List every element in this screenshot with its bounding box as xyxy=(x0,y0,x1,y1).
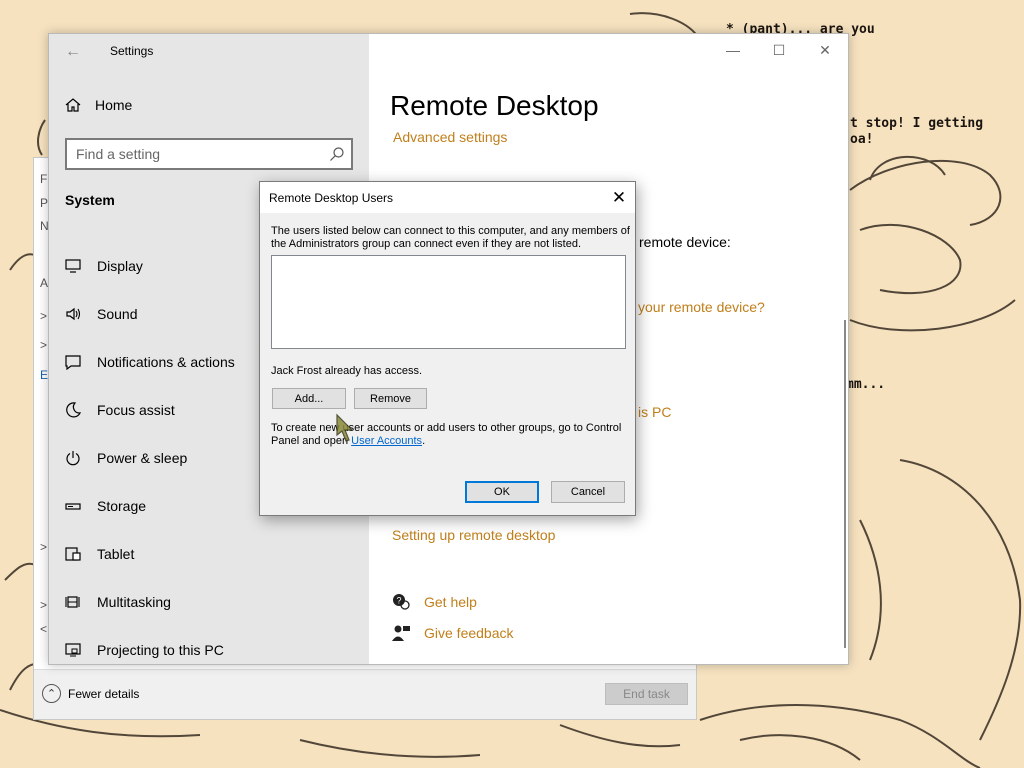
notifications-icon xyxy=(65,354,81,370)
search-box[interactable] xyxy=(65,138,353,170)
fewer-details-button[interactable]: ⌃ Fewer details xyxy=(42,684,139,703)
remove-button[interactable]: Remove xyxy=(354,388,427,409)
tablet-icon xyxy=(65,546,81,562)
minimize-button[interactable]: — xyxy=(710,34,756,66)
remote-desktop-users-dialog: Remote Desktop Users ✕ The users listed … xyxy=(259,181,636,516)
create-accounts-suffix: . xyxy=(422,435,426,447)
give-feedback-label: Give feedback xyxy=(424,625,514,641)
search-input[interactable] xyxy=(67,140,317,168)
nav-item-label: Focus assist xyxy=(97,402,175,418)
this-pc-link[interactable]: is PC xyxy=(638,404,671,420)
nav-item-label: Tablet xyxy=(97,546,135,562)
sound-icon xyxy=(65,306,81,322)
nav-item-projecting[interactable]: Projecting to this PC xyxy=(65,626,365,674)
add-button[interactable]: Add... xyxy=(272,388,346,409)
dialog-close-icon[interactable]: ✕ xyxy=(603,182,635,213)
display-icon xyxy=(65,258,81,274)
create-accounts-prefix: To create new user accounts or add users… xyxy=(271,422,622,447)
create-accounts-text: To create new user accounts or add users… xyxy=(271,422,631,448)
maximize-button[interactable]: ☐ xyxy=(756,34,802,66)
end-task-button[interactable]: End task xyxy=(605,683,688,705)
window-caption-buttons: — ☐ ✕ xyxy=(710,34,848,66)
chevron-up-icon: ⌃ xyxy=(42,684,61,703)
page-title: Remote Desktop xyxy=(390,90,599,121)
dialog-titlebar: Remote Desktop Users ✕ xyxy=(260,182,635,213)
remote-device-link[interactable]: your remote device? xyxy=(638,299,765,315)
fewer-details-label: Fewer details xyxy=(68,686,140,701)
dialog-title: Remote Desktop Users xyxy=(269,191,394,205)
remote-device-text: remote device: xyxy=(639,234,731,250)
projector-icon xyxy=(65,642,81,658)
nav-item-label: Display xyxy=(97,258,143,274)
nav-item-multitasking[interactable]: Multitasking xyxy=(65,578,365,626)
storage-icon xyxy=(65,498,81,514)
setting-up-remote-desktop-link[interactable]: Setting up remote desktop xyxy=(392,527,555,543)
back-arrow-icon[interactable]: ← xyxy=(65,43,81,61)
taskmgr-footer: ⌃ Fewer details End task xyxy=(34,669,696,719)
user-accounts-link[interactable]: User Accounts xyxy=(351,435,422,447)
wallpaper-text-2: t stop! I getting oa! xyxy=(850,116,984,147)
taskmgr-ghost-item: > xyxy=(40,598,48,612)
nav-item-label: Notifications & actions xyxy=(97,354,235,370)
advanced-settings-link[interactable]: Advanced settings xyxy=(393,129,507,145)
multitasking-icon xyxy=(65,594,81,610)
give-feedback-link[interactable]: Give feedback xyxy=(392,624,514,642)
access-status-text: Jack Frost already has access. xyxy=(271,365,423,377)
search-icon xyxy=(330,147,344,161)
taskmgr-ghost-item: P xyxy=(40,196,49,210)
dialog-intro-text: The users listed below can connect to th… xyxy=(271,225,630,250)
taskmgr-ghost-item: < xyxy=(40,622,48,636)
nav-item-label: Projecting to this PC xyxy=(97,642,224,658)
wallpaper-text-3: mm... xyxy=(846,377,886,392)
taskmgr-ghost-item: F xyxy=(40,172,48,186)
nav-item-label: Multitasking xyxy=(97,594,171,610)
cancel-button[interactable]: Cancel xyxy=(551,481,625,503)
taskmgr-ghost-item: > xyxy=(40,540,48,554)
ok-button[interactable]: OK xyxy=(465,481,539,503)
window-title: Settings xyxy=(110,44,154,58)
feedback-icon xyxy=(392,624,410,642)
home-label: Home xyxy=(95,97,133,113)
mouse-cursor-icon xyxy=(336,413,354,442)
power-icon xyxy=(65,450,81,466)
nav-item-label: Power & sleep xyxy=(97,450,188,466)
close-button[interactable]: ✕ xyxy=(802,34,848,66)
nav-item-label: Sound xyxy=(97,306,138,322)
home-link[interactable]: Home xyxy=(65,97,132,113)
get-help-label: Get help xyxy=(424,594,477,610)
taskmgr-ghost-item: > xyxy=(40,338,48,352)
users-listbox[interactable] xyxy=(271,255,626,349)
taskmgr-ghost-item: E xyxy=(40,368,49,382)
get-help-link[interactable]: ? Get help xyxy=(392,593,477,611)
taskmgr-ghost-item: > xyxy=(40,309,48,323)
nav-item-label: Storage xyxy=(97,498,147,514)
nav-item-tablet[interactable]: Tablet xyxy=(65,530,365,578)
scrollbar[interactable] xyxy=(844,320,846,648)
home-icon xyxy=(65,98,81,112)
section-title: System xyxy=(65,192,115,208)
taskmgr-ghost-item: A xyxy=(40,276,49,290)
help-icon: ? xyxy=(392,593,410,611)
moon-icon xyxy=(65,402,81,418)
